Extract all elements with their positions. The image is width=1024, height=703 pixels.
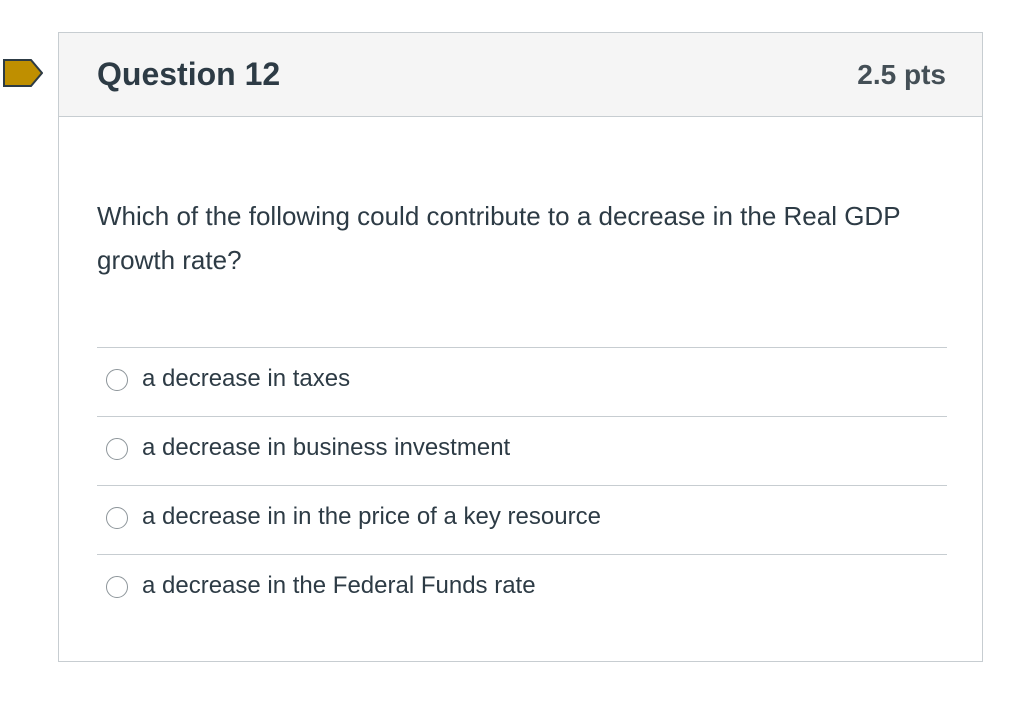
question-header: Question 12 2.5 pts bbox=[59, 33, 982, 117]
radio-button[interactable] bbox=[106, 507, 128, 529]
answer-list: a decrease in taxes a decrease in busine… bbox=[97, 347, 947, 623]
question-points: 2.5 pts bbox=[857, 59, 946, 90]
question-title: Question 12 bbox=[97, 56, 281, 92]
answer-option[interactable]: a decrease in the Federal Funds rate bbox=[97, 554, 947, 623]
answer-label[interactable]: a decrease in business investment bbox=[142, 432, 510, 464]
question-card: Question 12 2.5 pts Which of the followi… bbox=[58, 32, 983, 662]
flag-shape bbox=[3, 59, 43, 87]
answer-option[interactable]: a decrease in in the price of a key reso… bbox=[97, 485, 947, 554]
radio-button[interactable] bbox=[106, 369, 128, 391]
radio-button[interactable] bbox=[106, 438, 128, 460]
question-text: Which of the following could contribute … bbox=[97, 201, 901, 275]
answer-option[interactable]: a decrease in taxes bbox=[97, 347, 947, 416]
answer-label[interactable]: a decrease in taxes bbox=[142, 363, 350, 395]
answer-label[interactable]: a decrease in in the price of a key reso… bbox=[142, 501, 601, 533]
answer-option[interactable]: a decrease in business investment bbox=[97, 416, 947, 485]
answer-label[interactable]: a decrease in the Federal Funds rate bbox=[142, 570, 536, 602]
question-flag-icon[interactable] bbox=[3, 59, 43, 87]
radio-button[interactable] bbox=[106, 576, 128, 598]
